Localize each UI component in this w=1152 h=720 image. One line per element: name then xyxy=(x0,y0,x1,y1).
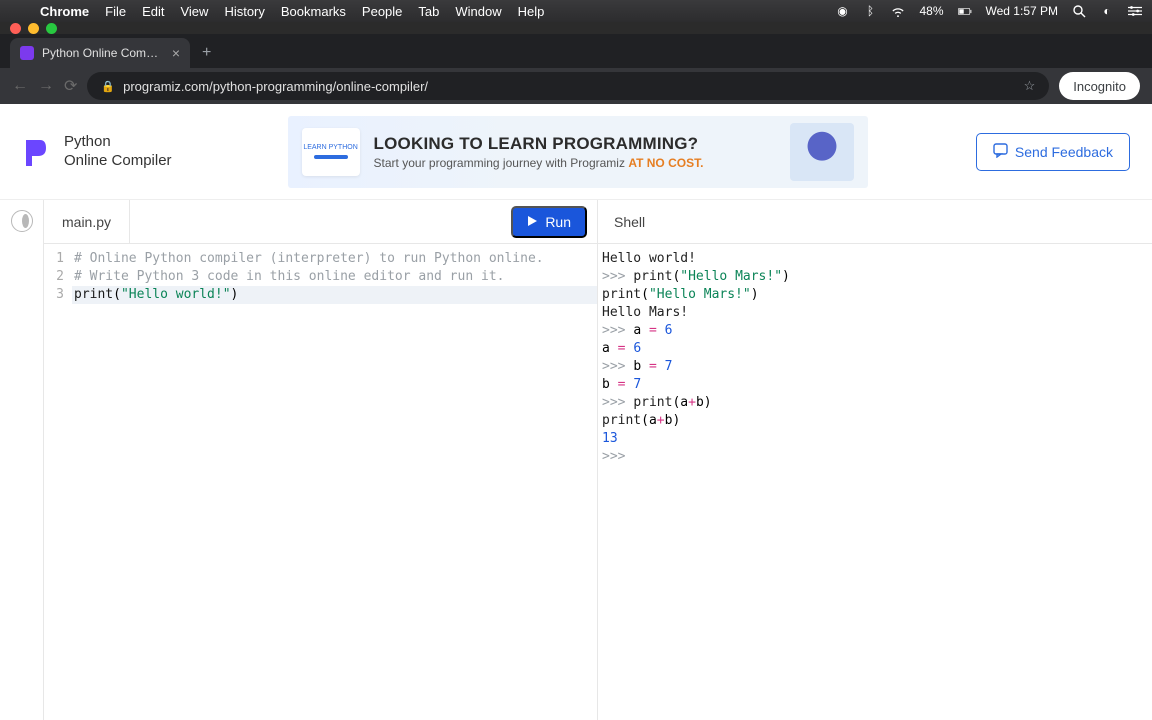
play-icon xyxy=(527,214,538,230)
shell-line: Hello Mars! xyxy=(602,304,1148,322)
shell-title: Shell xyxy=(614,214,645,230)
address-bar[interactable]: 🔒 programiz.com/python-programming/onlin… xyxy=(87,72,1049,100)
menubar-item-tab[interactable]: Tab xyxy=(418,4,439,19)
browser-tab[interactable]: Python Online Compiler (Interp × xyxy=(10,38,190,68)
tab-close-button[interactable]: × xyxy=(172,45,180,61)
logo-line2: Online Compiler xyxy=(64,152,172,171)
window-zoom-button[interactable] xyxy=(46,23,57,34)
browser-toolbar: ← → ⟳ 🔒 programiz.com/python-programming… xyxy=(0,68,1152,104)
incognito-badge[interactable]: Incognito xyxy=(1059,72,1140,100)
shell-line: >>> b = 7 xyxy=(602,358,1148,376)
banner-illustration-icon xyxy=(790,123,854,181)
tab-favicon-icon xyxy=(20,46,34,60)
spotlight-icon[interactable] xyxy=(1072,4,1086,18)
feedback-label: Send Feedback xyxy=(1015,144,1113,160)
shell-line: 13 xyxy=(602,430,1148,448)
siri-icon[interactable]: ◐ xyxy=(1100,4,1114,18)
bookmark-star-icon[interactable]: ☆ xyxy=(1024,78,1036,94)
wifi-icon[interactable] xyxy=(891,4,905,18)
send-feedback-button[interactable]: Send Feedback xyxy=(976,133,1130,171)
menubar-app-name[interactable]: Chrome xyxy=(40,4,89,19)
menubar-item-edit[interactable]: Edit xyxy=(142,4,164,19)
battery-icon[interactable] xyxy=(958,4,972,18)
incognito-label: Incognito xyxy=(1073,79,1126,94)
banner-card-label: LEARN PYTHON xyxy=(303,144,357,151)
shell-line: >>> print("Hello Mars!") xyxy=(602,268,1148,286)
menubar-item-window[interactable]: Window xyxy=(455,4,501,19)
bluetooth-icon[interactable]: ᛒ xyxy=(863,4,877,18)
banner-card-cta xyxy=(314,155,348,159)
new-tab-button[interactable]: + xyxy=(190,38,223,68)
reload-button[interactable]: ⟳ xyxy=(64,76,77,96)
run-button[interactable]: Run xyxy=(511,206,587,238)
window-minimize-button[interactable] xyxy=(28,23,39,34)
macos-menubar: Chrome File Edit View History Bookmarks … xyxy=(0,0,1152,22)
run-label: Run xyxy=(545,214,571,230)
code-lines: # Online Python compiler (interpreter) t… xyxy=(72,250,597,720)
shell-line: print(a+b) xyxy=(602,412,1148,430)
shell-line: a = 6 xyxy=(602,340,1148,358)
menubar-item-history[interactable]: History xyxy=(224,4,264,19)
forward-button[interactable]: → xyxy=(38,77,54,95)
url-text: programiz.com/python-programming/online-… xyxy=(123,79,428,94)
shell-line: b = 7 xyxy=(602,376,1148,394)
code-line-3: print("Hello world!") xyxy=(72,286,597,304)
battery-percent[interactable]: 48% xyxy=(919,4,943,18)
banner-title: LOOKING TO LEARN PROGRAMMING? xyxy=(374,134,776,154)
promo-banner[interactable]: LEARN PYTHON LOOKING TO LEARN PROGRAMMIN… xyxy=(288,116,868,188)
screen-record-icon[interactable]: ◉ xyxy=(835,4,849,18)
page-header: Python Online Compiler LEARN PYTHON LOOK… xyxy=(0,104,1152,200)
tab-title: Python Online Compiler (Interp xyxy=(42,46,164,60)
banner-card: LEARN PYTHON xyxy=(302,128,360,176)
shell-pane: Shell Hello world! >>> print("Hello Mars… xyxy=(598,200,1152,720)
menubar-item-bookmarks[interactable]: Bookmarks xyxy=(281,4,346,19)
theme-toggle-icon[interactable] xyxy=(11,210,33,232)
banner-subtitle: Start your programming journey with Prog… xyxy=(374,156,776,170)
shell-line: >>> print(a+b) xyxy=(602,394,1148,412)
left-rail xyxy=(0,200,44,720)
workspace: main.py Run 1 2 3 # Online Python compil… xyxy=(0,200,1152,720)
shell-output[interactable]: Hello world! >>> print("Hello Mars!") pr… xyxy=(598,244,1152,720)
line-gutter: 1 2 3 xyxy=(44,250,72,720)
menubar-item-view[interactable]: View xyxy=(180,4,208,19)
menubar-datetime[interactable]: Wed 1:57 PM xyxy=(986,4,1058,18)
control-center-icon[interactable] xyxy=(1128,4,1142,18)
code-line-2: # Write Python 3 code in this online edi… xyxy=(72,268,597,286)
file-tab-main[interactable]: main.py xyxy=(44,200,130,243)
editor-pane: main.py Run 1 2 3 # Online Python compil… xyxy=(44,200,598,720)
menubar-item-help[interactable]: Help xyxy=(518,4,545,19)
lock-icon: 🔒 xyxy=(101,80,115,93)
back-button[interactable]: ← xyxy=(12,77,28,95)
page-content: Python Online Compiler LEARN PYTHON LOOK… xyxy=(0,104,1152,720)
shell-line: print("Hello Mars!") xyxy=(602,286,1148,304)
browser-tabbar: Python Online Compiler (Interp × + xyxy=(0,34,1152,68)
menubar-item-people[interactable]: People xyxy=(362,4,402,19)
file-tab-label: main.py xyxy=(62,214,111,230)
logo-text: Python Online Compiler xyxy=(64,133,172,171)
editor-tabbar: main.py Run xyxy=(44,200,597,244)
apple-icon[interactable] xyxy=(10,4,24,18)
code-editor[interactable]: 1 2 3 # Online Python compiler (interpre… xyxy=(44,244,597,720)
shell-line: Hello world! xyxy=(602,250,1148,268)
code-line-1: # Online Python compiler (interpreter) t… xyxy=(72,250,597,268)
window-controls xyxy=(0,22,1152,34)
logo-line1: Python xyxy=(64,133,172,152)
programiz-logo-icon[interactable] xyxy=(22,136,48,168)
shell-line: >>> a = 6 xyxy=(602,322,1148,340)
shell-line: >>> xyxy=(602,448,1148,466)
menubar-item-file[interactable]: File xyxy=(105,4,126,19)
window-close-button[interactable] xyxy=(10,23,21,34)
shell-header: Shell xyxy=(598,200,1152,244)
feedback-icon xyxy=(993,143,1008,161)
